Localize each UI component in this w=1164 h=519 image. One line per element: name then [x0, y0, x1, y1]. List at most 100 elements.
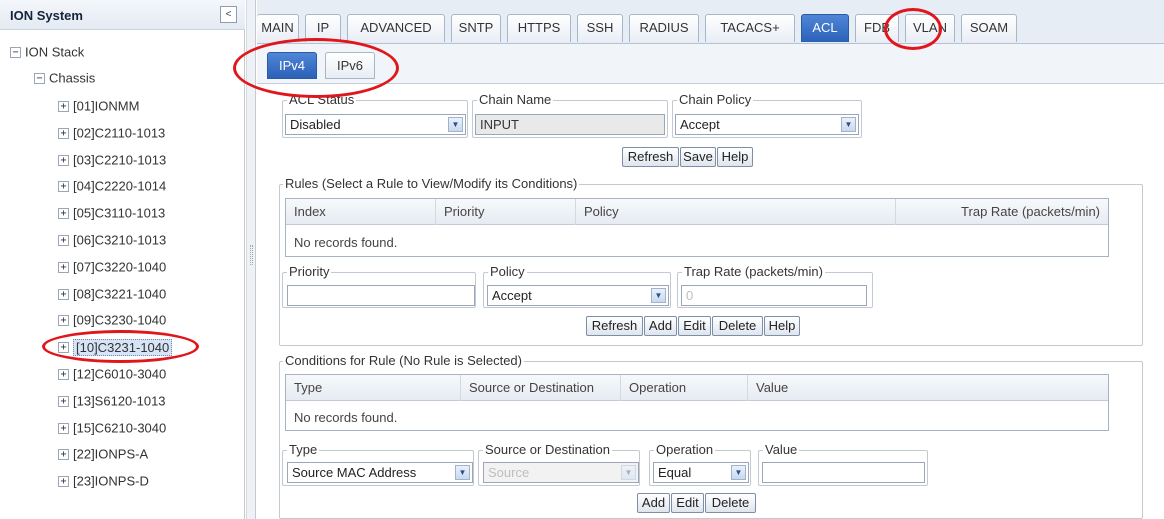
tree-item-label[interactable]: [12]C6010-3040 — [73, 367, 166, 382]
conditions-col-source-destination[interactable]: Source or Destination — [461, 375, 621, 401]
tab-acl[interactable]: ACL — [801, 14, 849, 42]
tree-item-label[interactable]: [06]C3210-1013 — [73, 233, 166, 248]
expand-node-icon[interactable]: + — [58, 288, 69, 300]
conditions-col-operation[interactable]: Operation — [621, 375, 748, 401]
tree-item[interactable]: + [10]C3231-1040 — [58, 336, 173, 358]
tree-item[interactable]: + [15]C6210-3040 — [58, 417, 166, 439]
chain-help-button[interactable]: Help — [717, 147, 753, 167]
condition-value-input[interactable] — [762, 462, 925, 483]
tree-item[interactable]: + [22]IONPS-A — [58, 443, 148, 465]
tab-soam[interactable]: SOAM — [961, 14, 1017, 42]
tree-item-label[interactable]: [09]C3230-1040 — [73, 313, 166, 328]
chain-save-button[interactable]: Save — [680, 147, 716, 167]
tree-item-label[interactable]: [08]C3221-1040 — [73, 286, 166, 301]
tree-item[interactable]: + [12]C6010-3040 — [58, 363, 166, 385]
collapse-node-icon[interactable]: − — [10, 47, 21, 59]
rules-refresh-button[interactable]: Refresh — [586, 316, 643, 336]
rules-col-priority[interactable]: Priority — [436, 199, 576, 225]
tab-radius[interactable]: RADIUS — [629, 14, 699, 42]
tree-item[interactable]: + [08]C3221-1040 — [58, 283, 166, 305]
rules-delete-button[interactable]: Delete — [712, 316, 763, 336]
rules-help-button[interactable]: Help — [764, 316, 800, 336]
tree-item[interactable]: + [04]C2220-1014 — [58, 175, 166, 197]
chain-refresh-button[interactable]: Refresh — [622, 147, 679, 167]
tree-root[interactable]: − ION Stack — [10, 41, 84, 63]
panel-splitter[interactable] — [246, 0, 256, 519]
tree-item[interactable]: + [01]IONMM — [58, 95, 139, 117]
expand-node-icon[interactable]: + — [58, 101, 69, 113]
chevron-down-icon[interactable]: ▼ — [841, 117, 856, 132]
subtab-ipv4[interactable]: IPv4 — [267, 52, 317, 79]
expand-node-icon[interactable]: + — [58, 342, 69, 354]
collapse-node-icon[interactable]: − — [34, 73, 45, 85]
tab-advanced[interactable]: ADVANCED — [347, 14, 445, 42]
subtab-ipv6[interactable]: IPv6 — [325, 52, 375, 79]
rules-col-policy[interactable]: Policy — [576, 199, 896, 225]
tree-item[interactable]: + [13]S6120-1013 — [58, 390, 166, 412]
expand-node-icon[interactable]: + — [58, 127, 69, 139]
expand-node-icon[interactable]: + — [58, 235, 69, 247]
expand-node-icon[interactable]: + — [58, 315, 69, 327]
condition-operation-select[interactable]: Equal ▼ — [653, 462, 749, 483]
tree-item-label[interactable]: [22]IONPS-A — [73, 447, 148, 462]
condition-delete-button[interactable]: Delete — [705, 493, 756, 513]
tab-https[interactable]: HTTPS — [507, 14, 571, 42]
tab-vlan[interactable]: VLAN — [905, 14, 955, 42]
chevron-down-icon[interactable]: ▼ — [651, 288, 666, 303]
rule-policy-select[interactable]: Accept ▼ — [487, 285, 669, 306]
rule-priority-input[interactable] — [287, 285, 475, 306]
expand-node-icon[interactable]: + — [58, 154, 69, 166]
tree-item-label[interactable]: [01]IONMM — [73, 99, 139, 114]
conditions-col-value[interactable]: Value — [748, 375, 1108, 401]
tab-main[interactable]: MAIN — [257, 14, 299, 42]
tree-item-label[interactable]: [15]C6210-3040 — [73, 420, 166, 435]
tree-item[interactable]: + [06]C3210-1013 — [58, 229, 166, 251]
chain-policy-select[interactable]: Accept ▼ — [675, 114, 859, 135]
tree-item[interactable]: + [09]C3230-1040 — [58, 309, 166, 331]
expand-node-icon[interactable]: + — [58, 369, 69, 381]
tree-item[interactable]: + [07]C3220-1040 — [58, 256, 166, 278]
tree-item-label[interactable]: [02]C2110-1013 — [73, 125, 165, 140]
expand-node-icon[interactable]: + — [58, 395, 69, 407]
rule-trap-rate-input[interactable]: 0 — [681, 285, 867, 306]
chevron-down-icon[interactable]: ▼ — [731, 465, 746, 480]
tab-ip[interactable]: IP — [305, 14, 341, 42]
tree-item-label[interactable]: [23]IONPS-D — [73, 474, 149, 489]
splitter-grip-icon[interactable] — [250, 245, 253, 265]
condition-add-button[interactable]: Add — [637, 493, 670, 513]
tree-item-label[interactable]: [03]C2210-1013 — [73, 152, 166, 167]
rules-col-trap-rate[interactable]: Trap Rate (packets/min) — [896, 199, 1108, 225]
tree-item-label[interactable]: [04]C2220-1014 — [73, 179, 166, 194]
tree-item-label[interactable]: [05]C3110-1013 — [73, 206, 165, 221]
expand-node-icon[interactable]: + — [58, 422, 69, 434]
rules-edit-button[interactable]: Edit — [678, 316, 711, 336]
expand-node-icon[interactable]: + — [58, 261, 69, 273]
expand-node-icon[interactable]: + — [58, 208, 69, 220]
collapse-panel-button[interactable]: < — [220, 6, 237, 23]
tree-item[interactable]: + [02]C2110-1013 — [58, 122, 165, 144]
tree-item-label[interactable]: [10]C3231-1040 — [73, 338, 173, 356]
tree-chassis-label[interactable]: Chassis — [49, 71, 95, 86]
tree-item[interactable]: + [03]C2210-1013 — [58, 149, 166, 171]
tab-tacacs[interactable]: TACACS+ — [705, 14, 795, 42]
condition-edit-button[interactable]: Edit — [671, 493, 704, 513]
chevron-down-icon[interactable]: ▼ — [448, 117, 463, 132]
tree-chassis[interactable]: − Chassis — [34, 67, 95, 89]
conditions-col-type[interactable]: Type — [286, 375, 461, 401]
tree-item[interactable]: + [23]IONPS-D — [58, 470, 149, 492]
tree-item-label[interactable]: [07]C3220-1040 — [73, 259, 166, 274]
rules-add-button[interactable]: Add — [644, 316, 677, 336]
expand-node-icon[interactable]: + — [58, 449, 69, 461]
expand-node-icon[interactable]: + — [58, 181, 69, 193]
expand-node-icon[interactable]: + — [58, 476, 69, 488]
chevron-down-icon[interactable]: ▼ — [455, 465, 470, 480]
rules-col-index[interactable]: Index — [286, 199, 436, 225]
tree-item-label[interactable]: [13]S6120-1013 — [73, 393, 166, 408]
tab-fdb[interactable]: FDB — [855, 14, 899, 42]
acl-status-select[interactable]: Disabled ▼ — [285, 114, 466, 135]
tree-root-label[interactable]: ION Stack — [25, 45, 84, 60]
condition-type-select[interactable]: Source MAC Address ▼ — [287, 462, 473, 483]
tab-ssh[interactable]: SSH — [577, 14, 623, 42]
tab-sntp[interactable]: SNTP — [451, 14, 501, 42]
tree-item[interactable]: + [05]C3110-1013 — [58, 202, 165, 224]
